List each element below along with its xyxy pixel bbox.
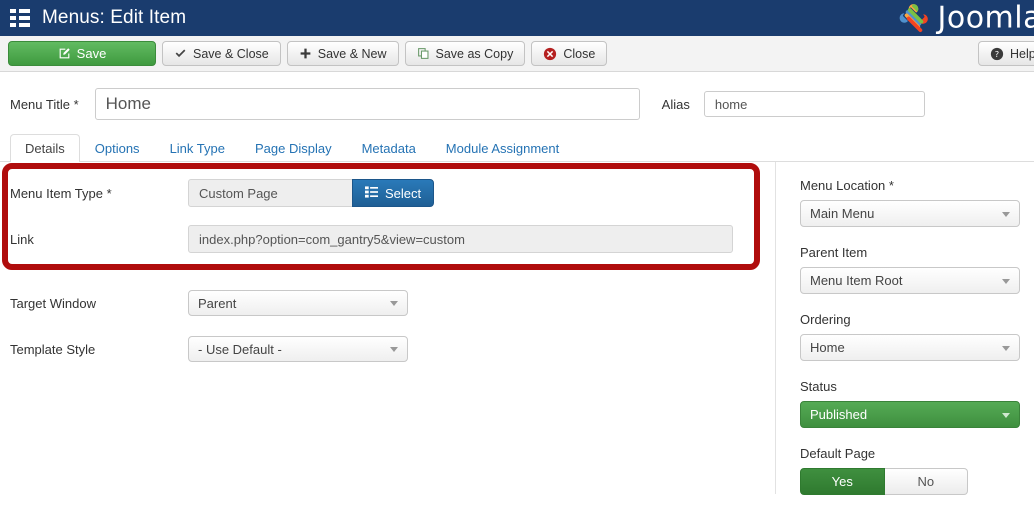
save-and-new-button[interactable]: Save & New: [286, 41, 399, 66]
plus-icon: [299, 47, 312, 60]
default-page-yes-button[interactable]: Yes: [800, 468, 885, 495]
tab-options[interactable]: Options: [80, 134, 155, 162]
sidebar: Menu Location * Main Menu Parent Item Me…: [775, 162, 1034, 495]
main-column: Menu Item Type * Custom Page Select Link…: [0, 162, 775, 494]
title-row: Menu Title * Home Alias home: [0, 72, 1034, 122]
list-grid-icon[interactable]: [10, 9, 30, 27]
select-button-label: Select: [385, 185, 422, 201]
close-button[interactable]: Close: [531, 41, 608, 66]
select-button[interactable]: Select: [352, 179, 435, 207]
target-window-select[interactable]: Parent: [188, 290, 408, 316]
help-circle-icon: ?: [990, 47, 1004, 61]
menu-title-input[interactable]: Home: [94, 88, 640, 120]
parent-item-select[interactable]: Menu Item Root: [800, 267, 1020, 294]
tab-link-type[interactable]: Link Type: [155, 134, 240, 162]
save-as-copy-button[interactable]: Save as Copy: [404, 41, 526, 66]
target-window-row: Target Window Parent: [0, 280, 775, 326]
save-button[interactable]: Save: [8, 41, 156, 66]
svg-text:?: ?: [995, 49, 999, 59]
page-title: Menus: Edit Item: [42, 7, 187, 28]
menu-item-type-row: Menu Item Type * Custom Page Select: [0, 170, 775, 216]
template-style-label: Template Style: [10, 341, 96, 357]
tab-page-display[interactable]: Page Display: [240, 134, 347, 162]
link-row: Link index.php?option=com_gantry5&view=c…: [0, 216, 775, 262]
status-group: Status Published: [800, 379, 1020, 428]
check-icon: [174, 47, 187, 60]
tab-module-assignment[interactable]: Module Assignment: [431, 134, 574, 162]
default-page-label: Default Page: [800, 446, 876, 461]
close-circle-icon: [543, 47, 557, 61]
close-button-label: Close: [563, 46, 596, 61]
default-page-group: Default Page Yes No: [800, 446, 1018, 495]
edit-pencil-icon: [58, 47, 71, 60]
alias-label: Alias: [661, 96, 690, 112]
parent-item-group: Parent Item Menu Item Root: [800, 245, 1020, 294]
brand-logo: Joomla: [897, 1, 1034, 36]
brand-name: Joomla: [937, 0, 1034, 36]
menu-item-type-value: Custom Page: [188, 179, 353, 207]
ordering-select[interactable]: Home: [800, 334, 1020, 361]
toolbar: Save Save & Close Save & New Save as Cop…: [0, 36, 1034, 72]
help-button-label: Help: [1010, 46, 1034, 61]
template-style-select[interactable]: - Use Default -: [188, 336, 408, 362]
save-and-close-button[interactable]: Save & Close: [162, 41, 281, 66]
save-as-copy-label: Save as Copy: [435, 46, 514, 61]
list-grid-icon: [365, 185, 378, 201]
tab-metadata[interactable]: Metadata: [347, 134, 431, 162]
link-label: Link: [10, 231, 34, 247]
alias-input[interactable]: home: [703, 91, 925, 117]
default-page-no-button[interactable]: No: [884, 468, 968, 495]
menu-item-type-label: Menu Item Type *: [10, 185, 112, 201]
save-and-close-label: Save & Close: [193, 46, 269, 61]
app-header: Menus: Edit Item Joomla: [0, 0, 1034, 36]
menu-location-select[interactable]: Main Menu: [800, 200, 1020, 227]
ordering-group: Ordering Home: [800, 312, 1020, 361]
tab-bar: Details Options Link Type Page Display M…: [0, 130, 1034, 162]
copy-icon: [417, 47, 430, 60]
save-button-label: Save: [76, 46, 107, 61]
save-and-new-label: Save & New: [317, 46, 387, 61]
menu-location-group: Menu Location * Main Menu: [800, 178, 1020, 227]
content-area: Menu Item Type * Custom Page Select Link…: [0, 162, 1034, 495]
help-button[interactable]: ? Help: [978, 41, 1034, 66]
default-page-toggle: Yes No: [800, 468, 968, 495]
status-select[interactable]: Published: [800, 401, 1020, 428]
parent-item-label: Parent Item: [800, 245, 868, 260]
template-style-row: Template Style - Use Default -: [0, 326, 775, 372]
menu-location-label: Menu Location *: [800, 178, 894, 193]
target-window-label: Target Window: [10, 295, 96, 311]
tab-details[interactable]: Details: [10, 134, 80, 162]
status-label: Status: [800, 379, 837, 394]
joomla-logo-icon: [899, 3, 928, 32]
menu-title-label: Menu Title *: [10, 96, 79, 112]
link-value: index.php?option=com_gantry5&view=custom: [188, 225, 733, 253]
ordering-label: Ordering: [800, 312, 851, 327]
